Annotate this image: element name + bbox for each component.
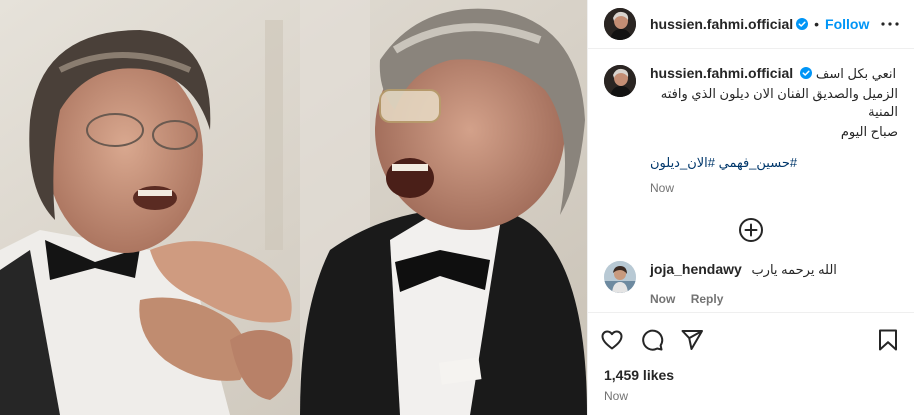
action-bar bbox=[588, 312, 914, 367]
post-side-panel: hussien.fahmi.official • Follow hussien.… bbox=[587, 0, 914, 415]
post-photo[interactable] bbox=[0, 0, 587, 415]
post-header: hussien.fahmi.official • Follow bbox=[588, 0, 914, 49]
commenter-avatar[interactable] bbox=[604, 261, 636, 293]
caption-hashtags[interactable]: #حسين_فهمي #الان_ديلون bbox=[650, 155, 898, 171]
caption-text-line3: صباح اليوم bbox=[840, 124, 898, 139]
caption: hussien.fahmi.official انعي بكل اسف الزم… bbox=[604, 65, 898, 195]
caption-time: Now bbox=[650, 181, 675, 195]
share-button[interactable] bbox=[680, 320, 720, 360]
comment-text: الله يرحمه يارب bbox=[751, 262, 837, 277]
plus-circle-icon[interactable] bbox=[738, 217, 764, 243]
caption-avatar[interactable] bbox=[604, 65, 636, 97]
caption-meta: Now bbox=[650, 181, 898, 195]
caption-avatar-image bbox=[604, 65, 636, 97]
like-button[interactable] bbox=[600, 320, 640, 360]
verified-badge-icon bbox=[796, 18, 809, 30]
comment-item: joja_hendawy الله يرحمه يارب Now Reply bbox=[604, 261, 898, 306]
more-dots-icon bbox=[881, 22, 899, 26]
comment-meta: Now Reply bbox=[650, 292, 898, 306]
caption-text-line1: انعي بكل اسف bbox=[815, 66, 897, 81]
header-separator: • bbox=[814, 16, 820, 32]
caption-text-line2: الزميل والصديق الفنان الان ديلون الذي وا… bbox=[660, 86, 898, 119]
comments-section: hussien.fahmi.official انعي بكل اسف الزم… bbox=[588, 49, 914, 312]
bookmark-icon bbox=[879, 329, 897, 351]
reply-button[interactable]: Reply bbox=[691, 292, 724, 306]
comment-body: joja_hendawy الله يرحمه يارب Now Reply bbox=[650, 261, 898, 306]
load-more-comments bbox=[604, 217, 898, 243]
likes-count[interactable]: 1,459 likes bbox=[588, 367, 914, 383]
comment-button[interactable] bbox=[640, 320, 680, 360]
caption-body: hussien.fahmi.official انعي بكل اسف الزم… bbox=[650, 65, 898, 195]
comment-time: Now bbox=[650, 292, 676, 306]
post-image bbox=[0, 0, 587, 415]
author-avatar-image bbox=[604, 8, 636, 40]
author-username[interactable]: hussien.fahmi.official bbox=[650, 16, 793, 32]
commenter-username[interactable]: joja_hendawy bbox=[650, 261, 742, 277]
instagram-post: hussien.fahmi.official • Follow hussien.… bbox=[0, 0, 914, 415]
heart-icon bbox=[601, 330, 623, 350]
post-timestamp: Now bbox=[604, 389, 629, 403]
save-button[interactable] bbox=[878, 320, 906, 360]
more-options-button[interactable] bbox=[878, 12, 902, 36]
follow-button[interactable]: Follow bbox=[825, 16, 869, 32]
comment-bubble-icon bbox=[642, 329, 664, 351]
paper-plane-icon bbox=[681, 330, 703, 350]
caption-verified-badge-icon bbox=[800, 67, 813, 79]
author-avatar[interactable] bbox=[604, 8, 636, 40]
caption-username[interactable]: hussien.fahmi.official bbox=[650, 65, 793, 81]
commenter-avatar-image bbox=[604, 261, 636, 293]
